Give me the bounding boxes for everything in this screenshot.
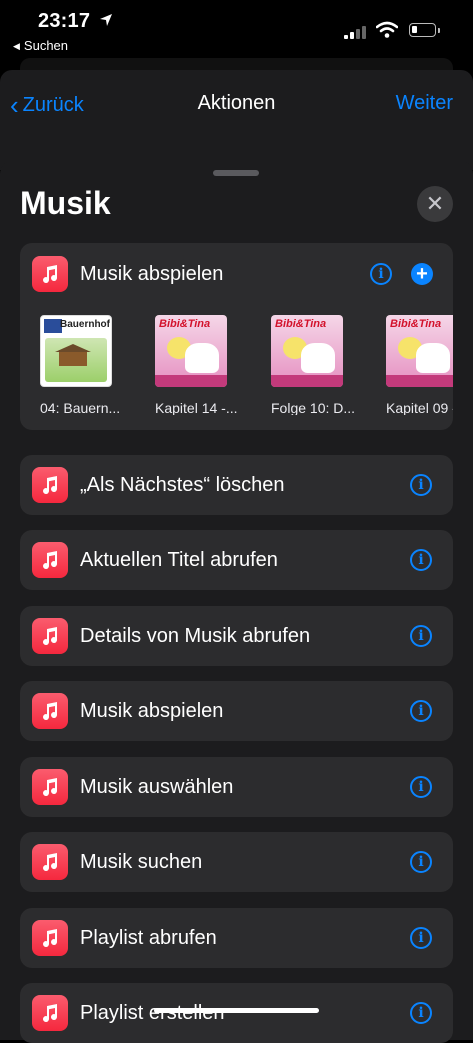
- back-triangle-icon: ◀: [13, 41, 20, 51]
- cellular-signal-icon: [344, 25, 370, 39]
- album-cover: Bibi&Tina: [271, 315, 343, 387]
- background-sheet: [0, 58, 473, 170]
- album-cover: Bauernhof: [40, 315, 112, 387]
- location-arrow-icon: [100, 14, 112, 26]
- info-icon[interactable]: i: [410, 549, 432, 571]
- album-cover: Bibi&Tina: [155, 315, 227, 387]
- action-row[interactable]: Aktuellen Titel abrufen i: [20, 530, 453, 590]
- info-icon[interactable]: i: [410, 851, 432, 873]
- action-row[interactable]: Details von Musik abrufen i: [20, 606, 453, 666]
- info-icon[interactable]: i: [410, 625, 432, 647]
- action-label: Aktuellen Titel abrufen: [80, 549, 278, 571]
- album-caption: Folge 10: D...: [271, 400, 356, 415]
- action-row[interactable]: Musik abspielen i: [20, 681, 453, 741]
- info-icon[interactable]: i: [410, 1002, 432, 1024]
- featured-action-label: Musik abspielen: [80, 263, 224, 285]
- album-caption: 04: Bauern...: [40, 400, 121, 415]
- action-label: Playlist abrufen: [80, 927, 217, 949]
- music-app-icon: [32, 618, 68, 654]
- music-app-icon: [32, 693, 68, 729]
- album-item[interactable]: Bibi&Tina Kapitel 09 -: [386, 315, 453, 415]
- album-cover: Bibi&Tina: [386, 315, 453, 387]
- album-cover-title: Bibi&Tina: [390, 318, 442, 330]
- album-caption: Kapitel 09 -: [386, 400, 453, 415]
- music-app-icon: [32, 467, 68, 503]
- info-icon[interactable]: i: [410, 700, 432, 722]
- info-icon[interactable]: i: [410, 927, 432, 949]
- wifi-icon: [376, 21, 398, 38]
- album-cover-title: Bibi&Tina: [159, 318, 211, 330]
- add-action-button[interactable]: +: [411, 263, 433, 285]
- info-icon[interactable]: i: [410, 776, 432, 798]
- action-row[interactable]: Musik auswählen i: [20, 757, 453, 817]
- status-bar: 23:17 ◀ Suchen: [0, 0, 473, 60]
- album-item[interactable]: Bibi&Tina Folge 10: D...: [271, 315, 391, 415]
- sheet-title: Musik: [20, 185, 111, 221]
- action-row[interactable]: Playlist erstellen i: [20, 983, 453, 1043]
- action-label: Details von Musik abrufen: [80, 625, 311, 647]
- music-app-icon: [32, 256, 68, 292]
- next-button[interactable]: Weiter: [396, 92, 453, 115]
- music-app-icon: [32, 920, 68, 956]
- close-button[interactable]: ✕: [417, 186, 453, 222]
- music-app-icon: [32, 844, 68, 880]
- music-app-icon: [32, 995, 68, 1031]
- album-cover-title: Bauernhof: [60, 319, 110, 330]
- action-row[interactable]: Playlist abrufen i: [20, 908, 453, 968]
- info-icon[interactable]: i: [410, 474, 432, 496]
- back-to-app-link[interactable]: ◀ Suchen: [13, 38, 68, 53]
- action-label: Musik auswählen: [80, 776, 234, 798]
- album-item[interactable]: Bibi&Tina Kapitel 14 -...: [155, 315, 275, 415]
- album-caption: Kapitel 14 -...: [155, 400, 238, 415]
- sheet-grabber[interactable]: [213, 170, 259, 176]
- action-row[interactable]: Musik suchen i: [20, 832, 453, 892]
- back-app-label: Suchen: [23, 38, 69, 53]
- album-cover-title: Bibi&Tina: [275, 318, 327, 330]
- music-app-icon: [32, 769, 68, 805]
- album-suggestions: Bauernhof 04: Bauern... Bibi&Tina Kapite…: [20, 315, 453, 415]
- action-label: Playlist erstellen: [80, 1002, 225, 1024]
- action-label: „Als Nächstes“ löschen: [80, 474, 285, 496]
- clock: 23:17: [38, 10, 91, 32]
- action-label: Musik suchen: [80, 851, 203, 873]
- action-row[interactable]: „Als Nächstes“ löschen i: [20, 455, 453, 515]
- action-label: Musik abspielen: [80, 700, 224, 722]
- album-item[interactable]: Bauernhof 04: Bauern...: [40, 315, 160, 415]
- info-icon[interactable]: i: [370, 263, 392, 285]
- home-indicator[interactable]: [154, 1008, 319, 1013]
- music-app-icon: [32, 542, 68, 578]
- battery-icon: [409, 23, 440, 37]
